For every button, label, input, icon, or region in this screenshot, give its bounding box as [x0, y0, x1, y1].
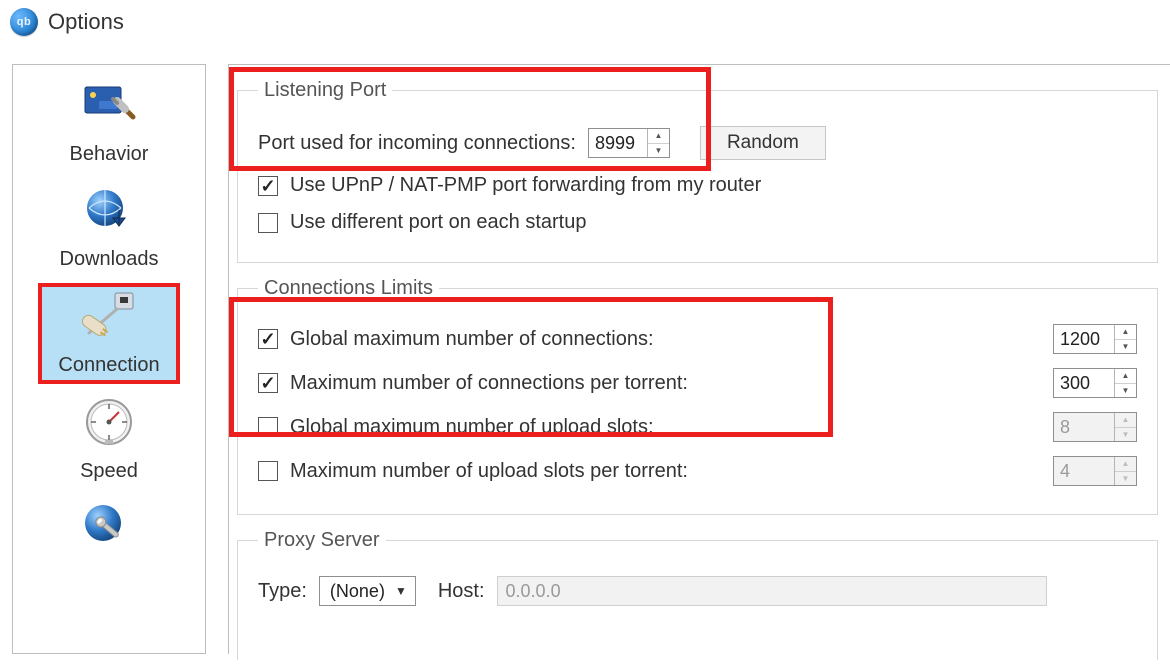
titlebar: qb Options: [0, 0, 1170, 44]
spin-up-icon: ▲: [1115, 457, 1136, 472]
chevron-down-icon: ▼: [395, 584, 407, 598]
proxy-type-select[interactable]: (None) ▼: [319, 576, 416, 606]
downloads-icon: [79, 184, 139, 236]
connections-limits-group: Connections Limits Global maximum number…: [237, 277, 1158, 515]
spin-value: 4: [1054, 457, 1114, 485]
group-legend: Connections Limits: [258, 277, 439, 300]
proxy-server-group: Proxy Server Type: (None) ▼ Host:: [237, 529, 1158, 660]
spin-down-icon[interactable]: ▼: [648, 144, 669, 158]
checkbox-label: Global maximum number of connections:: [290, 328, 654, 351]
spin-value[interactable]: 1200: [1054, 325, 1114, 353]
spin-up-icon[interactable]: ▲: [648, 129, 669, 144]
port-label: Port used for incoming connections:: [258, 132, 576, 155]
max-conn-per-torrent-spinbox[interactable]: 300 ▲▼: [1053, 368, 1137, 398]
checkbox-icon: [258, 461, 278, 481]
checkbox-label: Maximum number of upload slots per torre…: [290, 460, 688, 483]
spin-up-icon: ▲: [1115, 413, 1136, 428]
listening-port-group: Listening Port Port used for incoming co…: [237, 79, 1158, 263]
sidebar-item-connection[interactable]: Connection: [40, 285, 178, 382]
max-conn-per-torrent-checkbox[interactable]: Maximum number of connections per torren…: [258, 372, 688, 395]
global-max-conn-spinbox[interactable]: 1200 ▲▼: [1053, 324, 1137, 354]
spin-up-icon[interactable]: ▲: [1115, 325, 1136, 340]
sidebar-item-speed[interactable]: Speed: [29, 392, 189, 487]
proxy-host-label: Host:: [438, 580, 485, 603]
spin-value[interactable]: 300: [1054, 369, 1114, 397]
upload-slots-per-torrent-checkbox[interactable]: Maximum number of upload slots per torre…: [258, 460, 688, 483]
global-upload-slots-spinbox: 8 ▲▼: [1053, 412, 1137, 442]
spin-buttons: ▲▼: [1114, 457, 1136, 485]
settings-panel: Listening Port Port used for incoming co…: [228, 64, 1170, 654]
spin-up-icon[interactable]: ▲: [1115, 369, 1136, 384]
port-spinbox[interactable]: 8999 ▲▼: [588, 128, 670, 158]
different-port-checkbox[interactable]: Use different port on each startup: [258, 211, 586, 234]
checkbox-icon: [258, 373, 278, 393]
sidebar-item-downloads[interactable]: Downloads: [29, 180, 189, 275]
checkbox-icon: [258, 329, 278, 349]
upnp-checkbox[interactable]: Use UPnP / NAT-PMP port forwarding from …: [258, 174, 761, 197]
group-legend: Proxy Server: [258, 529, 386, 552]
spin-buttons: ▲▼: [1114, 413, 1136, 441]
options-window: qb Options Be: [0, 0, 1170, 670]
spin-buttons[interactable]: ▲▼: [1114, 369, 1136, 397]
sidebar-item-label: Downloads: [60, 248, 159, 271]
proxy-type-label: Type:: [258, 580, 307, 603]
checkbox-label: Use UPnP / NAT-PMP port forwarding from …: [290, 174, 761, 197]
spin-buttons[interactable]: ▲▼: [1114, 325, 1136, 353]
globe-wrench-icon: [79, 497, 139, 549]
checkbox-icon: [258, 176, 278, 196]
spin-down-icon: ▼: [1115, 472, 1136, 486]
checkbox-label: Maximum number of connections per torren…: [290, 372, 688, 395]
checkbox-icon: [258, 417, 278, 437]
sidebar: Behavior: [12, 64, 206, 654]
proxy-host-input: [497, 576, 1047, 606]
group-legend: Listening Port: [258, 79, 392, 102]
sidebar-item-more[interactable]: [29, 493, 189, 553]
port-value[interactable]: 8999: [589, 129, 647, 157]
global-upload-slots-checkbox[interactable]: Global maximum number of upload slots:: [258, 416, 654, 439]
app-icon: qb: [10, 8, 38, 36]
window-title: Options: [48, 9, 124, 35]
behavior-icon: [79, 79, 139, 131]
random-button[interactable]: Random: [700, 126, 826, 160]
checkbox-icon: [258, 213, 278, 233]
connection-icon: [79, 290, 139, 342]
sidebar-item-label: Speed: [80, 460, 138, 483]
spin-down-icon[interactable]: ▼: [1115, 384, 1136, 398]
speed-icon: [79, 396, 139, 448]
checkbox-label: Global maximum number of upload slots:: [290, 416, 654, 439]
select-value: (None): [330, 581, 385, 602]
spin-value: 8: [1054, 413, 1114, 441]
spin-down-icon[interactable]: ▼: [1115, 340, 1136, 354]
upload-slots-per-torrent-spinbox: 4 ▲▼: [1053, 456, 1137, 486]
sidebar-item-behavior[interactable]: Behavior: [29, 75, 189, 170]
sidebar-item-label: Connection: [58, 354, 159, 377]
spin-down-icon: ▼: [1115, 428, 1136, 442]
checkbox-label: Use different port on each startup: [290, 211, 586, 234]
sidebar-item-label: Behavior: [70, 143, 149, 166]
spin-buttons[interactable]: ▲▼: [647, 129, 669, 157]
global-max-conn-checkbox[interactable]: Global maximum number of connections:: [258, 328, 654, 351]
